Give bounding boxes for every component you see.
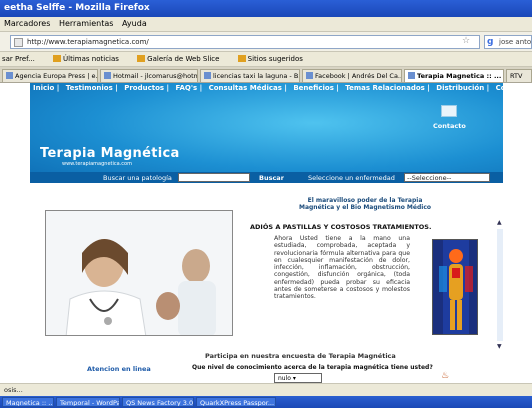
survey-answer-select[interactable]: nulo ▾ [274,373,322,383]
tab-strip: Agencia Europa Press | e... Hotmail - jl… [0,67,532,83]
bookmark-item[interactable]: Últimas noticias [53,55,127,63]
address-url: http://www.terapiamagnetica.com/ [27,38,149,46]
nav-inicio[interactable]: Inicio | [33,84,59,92]
site-header: Inicio | Testimonios | Productos | FAQ's… [30,83,530,183]
tab-facebook[interactable]: Facebook | Andrés Del Ca... [302,69,402,82]
page-content: Inicio | Testimonios | Productos | FAQ's… [0,83,532,383]
tab-icon [408,72,415,79]
tab-licencias[interactable]: licencias taxi la laguna - B... [200,69,300,82]
tab-icon [6,72,13,79]
tab-terapia-magnetica[interactable]: Terapia Magnetica :: ... [404,69,504,82]
navigation-toolbar: http://www.terapiamagnetica.com/ ☆ g jos… [0,32,532,52]
folder-icon [237,55,246,62]
bookmark-item[interactable]: Galería de Web Slice [137,55,227,63]
taskbar-item-quarkxpress[interactable]: QuarkXPress Passpor... [196,397,276,407]
google-icon: g [487,37,494,47]
nav-temas[interactable]: Temas Relacionados | [345,84,430,92]
disease-select-label: Seleccione un enfermedad [308,174,395,182]
body-figure-image [432,239,478,335]
tab-europa-press[interactable]: Agencia Europa Press | e... [2,69,98,82]
nav-distribucion[interactable]: Distribución | [436,84,489,92]
tab-icon [306,72,313,79]
scroll-up-icon[interactable]: ▲ [497,219,505,227]
search-label: Buscar una patología [103,174,172,182]
doctor-photo [45,210,233,336]
bookmark-item[interactable]: Sitios sugeridos [237,55,311,63]
taskbar-item-wordpad[interactable]: Temporal - WordPad [56,397,120,407]
folder-icon [137,55,146,62]
tab-rtv[interactable]: RTV [506,69,532,82]
window-title: eetha Selffe - Mozilla Firefox [4,3,150,13]
menu-bar: Marcadores Herramientas Ayuda [0,17,532,32]
disease-select[interactable]: --Seleccione-- [404,173,490,182]
bookmarks-toolbar: sar Pref... Últimas noticias Galería de … [0,52,532,67]
survey-title: Participa en nuestra encuesta de Terapia… [205,352,396,360]
bookmark-item[interactable]: sar Pref... [2,55,43,63]
survey-question: Que nivel de conocimiento acerca de la t… [192,364,433,371]
window-title-bar: eetha Selffe - Mozilla Firefox [0,0,532,17]
bookmark-star-icon[interactable]: ☆ [462,36,470,46]
search-box[interactable]: g jose antonio [484,35,532,49]
tab-icon [204,72,211,79]
status-bar: osis... [0,383,532,396]
envelope-icon[interactable] [441,105,457,117]
scroll-down-icon[interactable]: ▼ [497,343,505,351]
search-row: Buscar una patología Buscar Seleccione u… [30,172,503,183]
nav-testimonios[interactable]: Testimonios | [66,84,118,92]
site-title: Terapia Magnética [40,146,180,161]
taskbar-item-firefox[interactable]: Magnetica :: ... [2,397,54,407]
menu-marcadores[interactable]: Marcadores [4,19,50,28]
site-nav: Inicio | Testimonios | Productos | FAQ's… [30,83,530,94]
search-button[interactable]: Buscar [259,174,284,182]
menu-ayuda[interactable]: Ayuda [122,19,147,28]
contacto-link[interactable]: Contacto [433,122,466,130]
body-figure-illustration [433,240,477,334]
article-text: Ahora Usted tiene a la mano una estudiad… [274,235,410,301]
menu-herramientas[interactable]: Herramientas [59,19,114,28]
nav-consultas[interactable]: Consultas Médicas | [209,84,287,92]
cart-icon[interactable]: ♨ [441,371,455,382]
nav-productos[interactable]: Productos | [124,84,169,92]
scroll-track[interactable] [497,229,503,341]
folder-icon [53,55,62,62]
tab-hotmail[interactable]: Hotmail - jlcomarus@hotm... [100,69,198,82]
doctor-photo-illustration [46,211,232,335]
taskbar-item-qs-news[interactable]: QS News Factory 3.0 [122,397,194,407]
tab-icon [104,72,111,79]
article-title: ADIÓS A PASTILLAS Y COSTOSOS TRATAMIENTO… [250,223,432,231]
page-icon [14,38,23,47]
nav-comprar[interactable]: Comprar [496,84,530,92]
status-text: osis... [4,386,23,394]
site-subtitle: www.terapiamagnetica.com [62,161,132,167]
nav-faqs[interactable]: FAQ's | [175,84,202,92]
tagline: El maravilloso poder de la Terapia Magné… [298,197,431,211]
address-bar[interactable]: http://www.terapiamagnetica.com/ [10,35,480,49]
pathology-search-input[interactable] [178,173,250,182]
atencion-en-linea-link[interactable]: Atencion en linea [87,365,151,373]
search-box-value: jose antonio [499,38,532,46]
os-taskbar: Magnetica :: ... Temporal - WordPad QS N… [0,396,532,408]
nav-beneficios[interactable]: Beneficios | [293,84,339,92]
survey-select-value: nulo [278,375,291,382]
